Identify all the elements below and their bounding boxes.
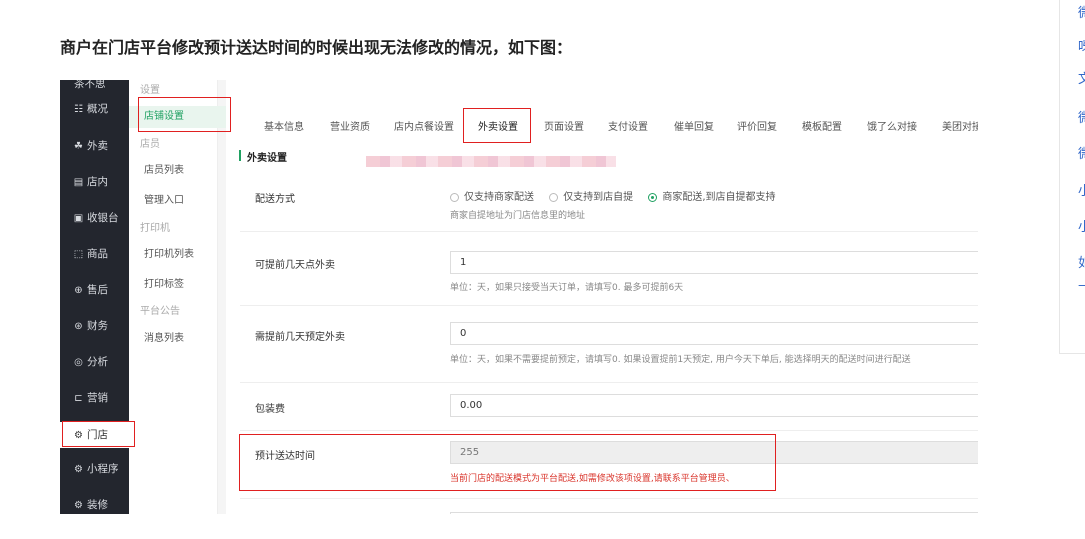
nav-item-marketing[interactable]: ⊏ 营销 [60,385,129,411]
nav-item-label: 装修 [87,499,108,511]
highlight-box-eta-field [239,434,776,491]
packaging-fee-input[interactable]: 0.00 [450,394,978,417]
submenu-group-staff: 店员 [140,139,160,150]
days-ahead-hint: 单位：天，如果只接受当天订单，请填写0. 最多可提前6天 [450,283,684,293]
right-side-panel: 微 呀 文 微 微 小 小 如 — [1059,0,1085,354]
submenu-group-announcements: 平台公告 [140,306,180,317]
tab-reminder-reply[interactable]: 催单回复 [674,118,714,133]
nav-item-label: 分析 [87,356,108,368]
nav-item-takeout[interactable]: ☘ 外卖 [60,133,129,159]
delivery-option-both[interactable]: 商家配送,到店自提都支持 [648,192,776,203]
radio-icon [450,193,459,202]
finance-icon: ⊛ [74,321,83,332]
nav-brand-label: 茶不思 [74,80,106,90]
nav-item-decoration[interactable]: ⚙ 装修 [60,492,129,514]
radio-label: 仅支持到店自提 [563,192,634,203]
tab-license[interactable]: 营业资质 [330,118,370,133]
redacted-text [366,156,616,167]
nav-item-dine-in[interactable]: ▤ 店内 [60,169,129,195]
tab-basic-info[interactable]: 基本信息 [264,118,304,133]
overview-icon: ☷ [74,104,83,115]
submenu-group-printer: 打印机 [140,223,170,234]
products-icon: ⬚ [73,249,84,260]
after-sales-icon: ⊕ [74,285,83,296]
nav-item-label: 概况 [87,103,108,115]
packaging-fee-label: 包装费 [255,404,285,415]
panel-link-text[interactable]: 如 [1078,252,1085,271]
delivery-option-pickup[interactable]: 仅支持到店自提 [549,192,633,203]
panel-link-text[interactable]: 微 [1078,2,1085,21]
highlight-box-shop-settings [138,97,231,132]
divider [240,498,978,499]
section-title: 外卖设置 [247,153,287,164]
days-ahead-input[interactable]: 1 [450,251,978,274]
nav-item-label: 商品 [87,248,108,260]
nav-item-finance[interactable]: ⊛ 财务 [60,313,129,339]
submenu-item-staff-list[interactable]: 店员列表 [129,160,232,182]
dine-in-icon: ▤ [73,177,84,188]
nav-item-label: 营销 [87,392,108,404]
nav-item-analytics[interactable]: ◎ 分析 [60,349,129,375]
nav-item-label: 小程序 [87,463,119,475]
divider [240,382,978,383]
nav-item-overview[interactable]: ☷ 概况 [60,96,129,122]
highlight-box-takeout-tab [463,108,531,143]
takeout-icon: ☘ [74,141,83,152]
tab-review-reply[interactable]: 评价回复 [737,118,777,133]
divider [240,231,978,232]
radio-label: 商家配送,到店自提都支持 [662,192,776,203]
divider [240,305,978,306]
cashier-icon: ▣ [73,213,84,224]
delivery-mode-hint: 商家自提地址为门店信息里的地址 [450,211,586,221]
panel-link-text[interactable]: 微 [1078,107,1085,126]
preorder-days-input[interactable]: 0 [450,322,978,345]
next-field-input[interactable] [450,512,978,514]
tab-eleme[interactable]: 饿了么对接 [867,118,917,133]
nav-item-label: 售后 [87,284,108,296]
panel-link-text[interactable]: — [1078,278,1085,293]
nav-item-cashier[interactable]: ▣ 收银台 [60,205,129,231]
delivery-mode-label: 配送方式 [255,194,295,205]
radio-selected-icon [648,193,658,202]
delivery-option-merchant[interactable]: 仅支持商家配送 [450,192,534,203]
main-nav: 茶不思 ☷ 概况 ☘ 外卖 ▤ 店内 ▣ 收银台 ⬚ 商品 ⊕ 售后 ⊛ 财务 ◎ 分析 ⊏ 营销… [60,80,129,514]
tab-meituan[interactable]: 美团对接 [942,118,978,133]
submenu-item-admin-entry[interactable]: 管理入口 [129,190,232,212]
divider [240,430,978,431]
nav-item-label: 收银台 [87,212,119,224]
article-heading: 商户在门店平台修改预计送达时间的时候出现无法修改的情况，如下图： [60,38,573,57]
delivery-mode-options: 仅支持商家配送 仅支持到店自提 商家配送,到店自提都支持 [450,188,788,203]
radio-icon [549,193,559,202]
gear-icon: ⚙ [74,500,83,511]
nav-item-mini-program[interactable]: ⚙ 小程序 [60,456,129,482]
gear-icon: ⚙ [74,464,83,475]
nav-item-label: 外卖 [87,140,108,152]
panel-link-text[interactable]: 小 [1078,216,1085,235]
tab-dine-in-settings[interactable]: 店内点餐设置 [394,118,454,133]
marketing-icon: ⊏ [74,393,83,404]
section-marker [239,150,241,161]
preorder-days-hint: 单位：天，如果不需要提前预定，请填写0. 如果设置提前1天预定, 用户今天下单后… [450,355,911,365]
panel-link-text[interactable]: 微 [1078,143,1085,162]
panel-link-text[interactable]: 小 [1078,180,1085,199]
highlight-box-store-nav [62,421,135,447]
submenu-item-printer-list[interactable]: 打印机列表 [129,244,232,266]
submenu-item-messages[interactable]: 消息列表 [129,328,232,350]
panel-link-text[interactable]: 呀 [1078,36,1085,55]
days-ahead-label: 可提前几天点外卖 [255,260,335,271]
store-submenu: 设置 店铺设置 店员 店员列表 管理入口 打印机 打印机列表 打印标签 平台公告… [129,80,232,514]
radio-label: 仅支持商家配送 [464,192,534,203]
tab-template-config[interactable]: 模板配置 [802,118,842,133]
submenu-item-print-labels[interactable]: 打印标签 [129,274,232,296]
tab-page-settings[interactable]: 页面设置 [544,118,584,133]
nav-item-products[interactable]: ⬚ 商品 [60,241,129,267]
nav-item-label: 财务 [87,320,108,332]
nav-item-label: 店内 [87,176,108,188]
panel-link-text[interactable]: 文 [1078,68,1085,87]
preorder-days-label: 需提前几天预定外卖 [255,332,345,343]
analytics-icon: ◎ [74,357,83,368]
nav-item-after-sales[interactable]: ⊕ 售后 [60,277,129,303]
tab-payment-settings[interactable]: 支付设置 [608,118,648,133]
